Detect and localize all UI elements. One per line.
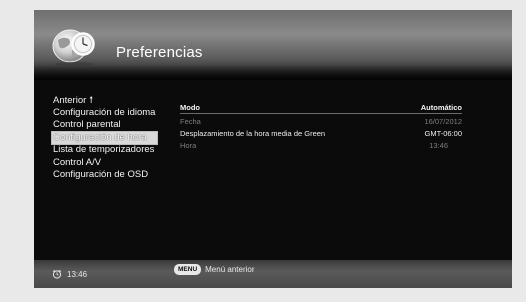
menu-key-hint[interactable]: MENU Menú anterior: [174, 264, 255, 275]
menu-item-label: Configuración de OSD: [53, 169, 149, 180]
menu-item-label: Control parental: [53, 119, 121, 130]
menu-item-av-control[interactable]: Control A/V: [52, 157, 172, 170]
menu-item-parental-control[interactable]: Control parental: [52, 119, 172, 132]
setting-label: Desplazamiento de la hora media de Green: [180, 129, 326, 138]
globe-clock-icon: [52, 29, 95, 66]
tv-frame: Preferencias Anterior 🠕 Configuración de …: [0, 0, 526, 302]
menu-item-timer-list[interactable]: Lista de temporizadores: [52, 144, 172, 157]
alarm-clock-icon: [52, 269, 62, 279]
menu-hint-label: Menú anterior: [205, 265, 255, 274]
page-title: Preferencias: [116, 44, 203, 61]
menu-item-back[interactable]: Anterior 🠕: [52, 94, 172, 107]
menu-item-label: Control A/V: [53, 156, 102, 168]
setting-label: Hora: [180, 141, 197, 150]
menu-item-label: Configuración de hora: [53, 131, 147, 143]
setting-row-time: Hora 13:46: [180, 140, 462, 152]
menu-item-time-settings[interactable]: Configuración de hora: [51, 130, 158, 145]
preferences-menu: Anterior 🠕 Configuración de idioma Contro…: [51, 94, 172, 182]
setting-row-gmt-offset[interactable]: Desplazamiento de la hora media de Green…: [180, 128, 462, 140]
setting-row-date: Fecha 16/07/2012: [180, 116, 462, 128]
menu-item-osd-settings[interactable]: Configuración de OSD: [52, 169, 172, 182]
setting-value: 13:46: [429, 141, 448, 150]
footer-bar: 13:46 MENU Menú anterior: [34, 260, 512, 288]
osd-screen: Preferencias Anterior 🠕 Configuración de …: [34, 10, 512, 288]
header-band: Preferencias: [34, 10, 512, 80]
up-arrow-icon: 🠕: [89, 94, 94, 105]
menu-item-language[interactable]: Configuración de idioma: [52, 107, 172, 120]
setting-value: 16/07/2012: [424, 117, 462, 126]
menu-key-badge: MENU: [174, 264, 202, 275]
menu-item-label: Lista de temporizadores: [53, 144, 155, 155]
clock-display: 13:46: [52, 269, 87, 279]
panel-divider: [180, 113, 462, 114]
clock-time: 13:46: [67, 269, 88, 279]
menu-item-label: Configuración de idioma: [53, 106, 156, 118]
setting-label: Fecha: [180, 117, 201, 126]
setting-value: GMT-06:00: [424, 129, 462, 138]
back-label: Anterior: [53, 95, 87, 106]
